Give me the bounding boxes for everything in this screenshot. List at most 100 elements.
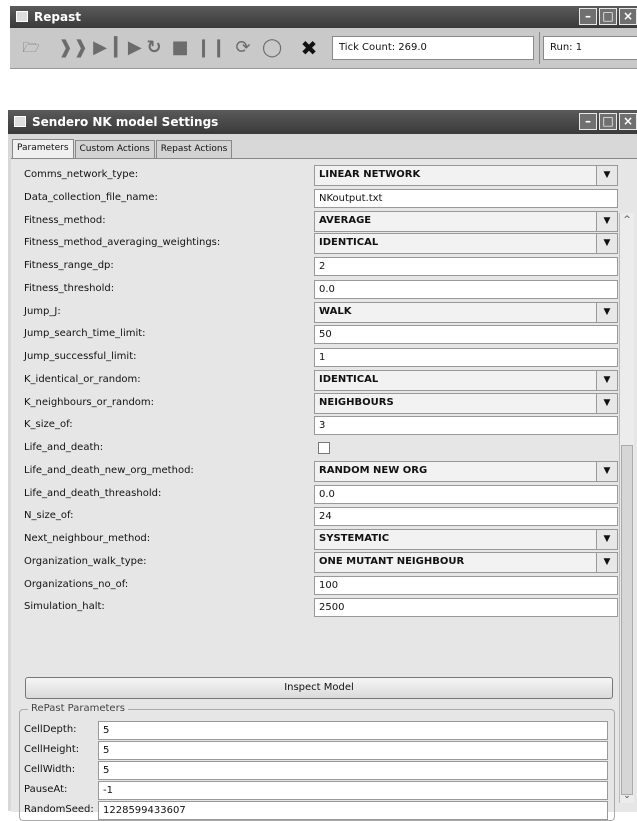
run-field: Run: 1 [543,36,637,60]
repast-toolbar: 🗁 ❱❱ ▶ ▎▶ ↻ ■ ❙❙ ⟳ ◯ ✖ Tick Count: 269.0… [10,28,637,69]
parameter-label: Data_collection_file_name: [24,191,158,203]
chevron-down-icon[interactable]: ▼ [596,552,617,572]
parameter-row: Jump_J: WALK ▼ [20,301,618,323]
toolbar-separator [539,32,540,64]
parameter-row: K_size_of: 3 [20,415,618,436]
repast-parameters-group: RePast Parameters CellDepth: 5 CellHeight:… [19,703,615,821]
parameter-input[interactable]: 0.0 [314,279,618,299]
dropdown-value: NEIGHBOURS [319,396,394,408]
exit-icon[interactable]: ✖ [298,37,320,59]
reset-icon[interactable]: ↻ [144,37,164,59]
step-icon[interactable]: ▎▶ [114,37,142,59]
dropdown-value: ONE MUTANT NEIGHBOUR [319,555,465,567]
dropdown-value: LINEAR NETWORK [319,169,421,180]
scroll-up-icon[interactable]: ^ [620,213,634,227]
info-bulb-icon[interactable]: ◯ [262,37,282,59]
chevron-down-icon[interactable]: ▼ [596,530,617,549]
parameter-dropdown[interactable]: NEIGHBOURS ▼ [314,392,618,414]
parameter-dropdown[interactable]: WALK ▼ [314,301,618,323]
pause-icon[interactable]: ❙❙ [196,37,226,59]
parameter-row: Fitness_method: AVERAGE ▼ [20,210,618,232]
repast-parameters-title: RePast Parameters [28,703,128,714]
settings-window: Sendero NK model Settings – □ × Parameters… [8,110,637,821]
parameter-row: Comms_network_type: LINEAR NETWORK ▼ [20,165,618,186]
parameter-row: Life_and_death_threashold: 0.0 [20,484,618,505]
repast-parameter-row: PauseAt: -1 [22,780,610,801]
parameter-label: Organizations_no_of: [24,578,129,590]
maximize-icon[interactable]: □ [599,8,617,25]
parameter-label: Life_and_death_threashold: [24,487,162,499]
tab-repast-actions[interactable]: Repast Actions [155,140,233,158]
parameter-dropdown[interactable]: SYSTEMATIC ▼ [314,529,618,550]
parameter-dropdown[interactable]: IDENTICAL ▼ [314,369,618,391]
parameter-label: Organization_walk_type: [24,555,147,567]
chevron-down-icon[interactable]: ▼ [596,234,617,254]
parameter-label: Jump_J: [24,305,61,317]
window-controls: – □ × [577,8,637,26]
dropdown-value: AVERAGE [319,214,372,226]
parameter-row: K_identical_or_random: IDENTICAL ▼ [20,369,618,391]
maximize-icon[interactable]: □ [599,113,617,130]
parameter-input[interactable]: NKoutput.txt [314,188,618,208]
repast-parameter-label: CellDepth: [24,724,77,735]
parameter-dropdown[interactable]: LINEAR NETWORK ▼ [314,165,618,186]
parameter-input[interactable]: 0.0 [314,484,618,504]
repast-parameter-row: CellWidth: 5 [22,760,610,781]
parameter-row: Organizations_no_of: 100 [20,575,618,596]
window-icon [16,11,28,22]
scrollbar-thumb[interactable] [621,445,633,795]
settings-title-bar: Sendero NK model Settings – □ × [8,110,637,134]
parameter-label: Simulation_halt: [24,601,105,613]
chevron-down-icon[interactable]: ▼ [596,370,617,390]
chevron-down-icon[interactable]: ▼ [596,166,617,185]
repast-parameter-input[interactable]: 5 [98,761,608,780]
parameter-dropdown[interactable]: IDENTICAL ▼ [314,233,618,255]
minimize-icon[interactable]: – [579,113,597,130]
repast-parameter-input[interactable]: 5 [98,721,608,740]
parameter-input[interactable]: 100 [314,575,618,595]
repast-parameter-input[interactable]: 5 [98,741,608,760]
close-icon[interactable]: × [619,113,637,130]
repast-parameter-label: PauseAt: [24,784,68,795]
play-icon[interactable]: ▶ [90,37,110,59]
parameter-label: Next_neighbour_method: [24,533,151,544]
parameter-input[interactable]: 3 [314,416,618,436]
dropdown-value: WALK [319,305,352,317]
window-icon [14,116,26,127]
step-forward-icon[interactable]: ❱❱ [58,37,88,59]
parameter-input[interactable]: 24 [314,507,618,527]
dropdown-value: RANDOM NEW ORG [319,464,428,476]
parameter-label: K_identical_or_random: [24,373,141,385]
parameter-row: Next_neighbour_method: SYSTEMATIC ▼ [20,529,618,550]
parameter-input[interactable]: 1 [314,348,618,367]
chevron-down-icon[interactable]: ▼ [596,211,617,231]
parameter-input[interactable]: 2 [314,257,618,276]
tick-count-field: Tick Count: 269.0 [332,36,534,60]
setup-icon[interactable]: ⟳ [232,37,254,59]
parameter-label: Fitness_range_dp: [24,260,114,271]
close-icon[interactable]: × [619,8,637,25]
parameter-dropdown[interactable]: AVERAGE ▼ [314,210,618,232]
parameter-label: Fitness_method: [24,214,106,226]
open-folder-icon[interactable]: 🗁 [20,37,42,59]
parameter-input[interactable]: 50 [314,325,618,345]
tab-parameters[interactable]: Parameters [12,139,74,158]
inspect-model-button[interactable]: Inspect Model [25,677,613,699]
parameter-row: Fitness_method_averaging_weightings: IDEN… [20,233,618,255]
chevron-down-icon[interactable]: ▼ [596,393,617,413]
tab-custom-actions[interactable]: Custom Actions [74,140,155,158]
chevron-down-icon[interactable]: ▼ [596,302,617,322]
parameter-dropdown[interactable]: RANDOM NEW ORG ▼ [314,460,618,482]
parameter-input[interactable]: 2500 [314,598,618,618]
minimize-icon[interactable]: – [579,8,597,25]
repast-title-bar: Repast – □ × [10,6,637,28]
parameter-dropdown[interactable]: ONE MUTANT NEIGHBOUR ▼ [314,551,618,573]
settings-title: Sendero NK model Settings [32,115,219,129]
scroll-down-icon[interactable]: ⌄ [620,789,634,803]
chevron-down-icon[interactable]: ▼ [596,461,617,481]
parameter-checkbox[interactable] [318,442,330,454]
vertical-scrollbar[interactable]: ^ ⌄ [619,213,634,803]
repast-parameter-input[interactable]: -1 [98,781,608,800]
parameter-label: Comms_network_type: [24,169,139,180]
stop-icon[interactable]: ■ [170,37,190,59]
